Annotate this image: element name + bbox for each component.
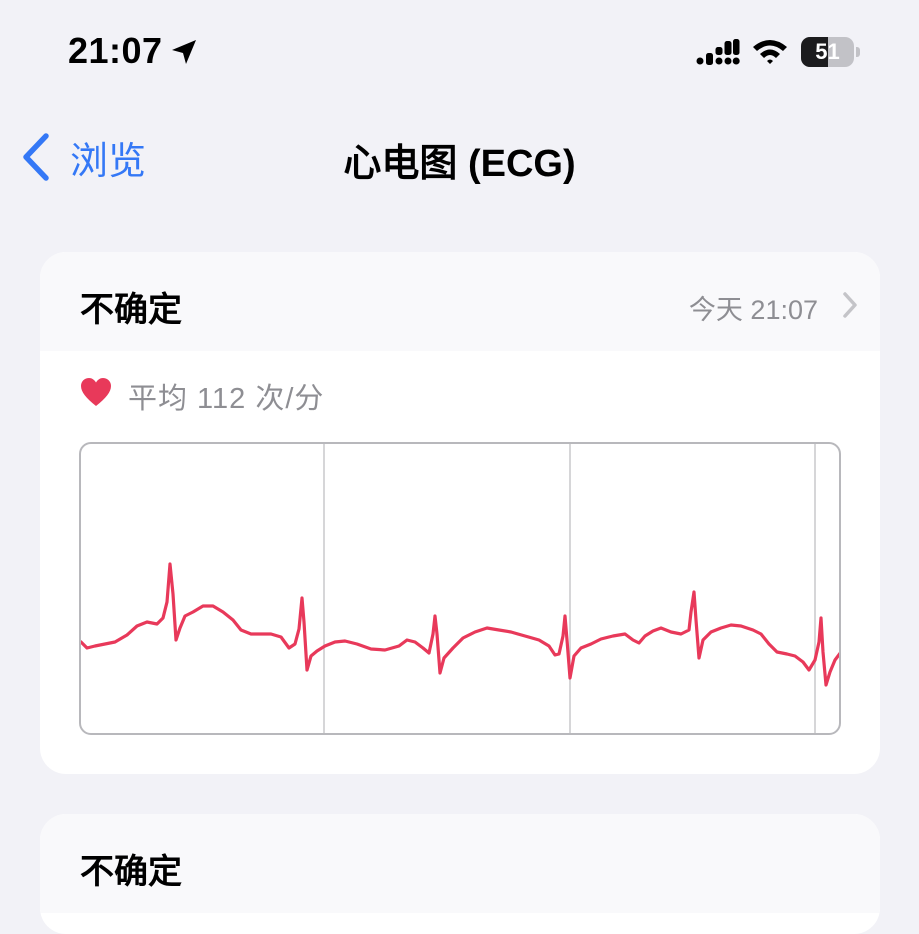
battery-cap — [856, 47, 860, 57]
location-arrow-icon — [172, 40, 196, 64]
navigation-bar: 浏览 心电图 (ECG) — [0, 110, 919, 200]
ecg-recording-card[interactable]: 不确定 — [40, 814, 880, 934]
ecg-recording-card[interactable]: 不确定 今天 21:07 平均 112 次/分 — [40, 252, 880, 774]
ecg-waveform — [81, 444, 839, 733]
wifi-icon — [753, 40, 787, 64]
status-time: 21:07 — [68, 30, 163, 71]
page-title: 心电图 (ECG) — [343, 143, 576, 185]
recording-header[interactable]: 不确定 — [40, 814, 880, 913]
recording-classification: 不确定 — [80, 853, 182, 891]
recording-header[interactable]: 不确定 今天 21:07 — [40, 252, 880, 351]
recording-timestamp: 今天 21:07 — [688, 295, 818, 325]
ecg-trace — [81, 562, 839, 687]
battery-body: 51 — [801, 37, 854, 67]
average-heart-rate: 平均 112 次/分 — [128, 383, 325, 415]
ecg-waveform-chart — [79, 442, 841, 735]
heart-icon — [81, 378, 111, 406]
recording-classification: 不确定 — [80, 291, 182, 329]
battery-level: 51 — [815, 39, 840, 64]
status-bar: 21:07 51 — [0, 0, 919, 100]
chevron-right-icon — [843, 292, 857, 318]
cellular-signal-icon — [696, 39, 740, 65]
battery-icon: 51 — [801, 37, 861, 67]
